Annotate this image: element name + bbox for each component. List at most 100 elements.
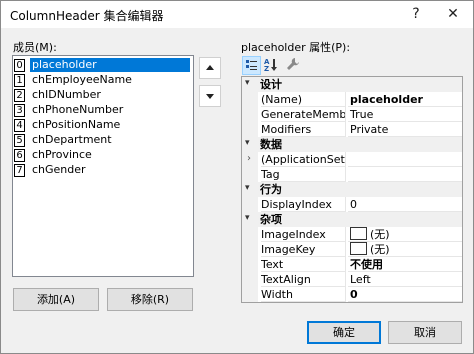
property-grid[interactable]: ▾ 设计(Name)placeholderGenerateMemberTrueMo… — [241, 76, 463, 303]
image-preview-box — [350, 227, 367, 240]
close-button[interactable]: ✕ — [442, 4, 464, 24]
title-bar: ColumnHeader 集合编辑器 ? ✕ — [1, 1, 473, 28]
item-index: 2 — [14, 89, 25, 102]
row-gutter — [242, 197, 258, 212]
property-grid-toolbar: A Z — [241, 56, 463, 75]
list-item[interactable]: 0 placeholder — [13, 58, 193, 72]
arrow-up-icon — [206, 65, 214, 70]
property-name: Text — [261, 257, 346, 272]
property-name: Modifiers — [261, 122, 346, 137]
property-name: GenerateMember — [261, 107, 346, 122]
property-name: TextAlign — [261, 272, 346, 287]
collapse-icon[interactable]: ▾ — [245, 78, 250, 88]
list-item[interactable]: 4 chPositionName — [13, 118, 193, 132]
list-item[interactable]: 2 chIDNumber — [13, 88, 193, 102]
list-item[interactable]: 1 chEmployeeName — [13, 73, 193, 87]
list-item[interactable]: 6 chProvince — [13, 148, 193, 162]
category-row[interactable]: ▾ 杂项 — [242, 212, 462, 227]
property-row[interactable]: ImageKey (无) — [242, 242, 462, 257]
property-value[interactable] — [348, 152, 462, 167]
item-name: chProvince — [32, 148, 92, 161]
alphabetical-icon: A Z — [264, 58, 277, 73]
category-name: 杂项 — [260, 213, 282, 226]
property-row[interactable]: (Name) placeholder — [242, 92, 462, 107]
item-index: 1 — [14, 74, 25, 87]
list-item[interactable]: 5 chDepartment — [13, 133, 193, 147]
cancel-button[interactable]: 取消 — [388, 321, 462, 344]
image-preview-box — [350, 242, 367, 255]
row-gutter — [242, 242, 258, 257]
row-gutter — [242, 287, 258, 302]
property-value[interactable]: (无) — [348, 242, 462, 257]
dialog-title: ColumnHeader 集合编辑器 — [10, 9, 164, 23]
categorized-button[interactable] — [242, 56, 261, 75]
row-gutter — [242, 122, 258, 137]
property-row[interactable]: Width 0 — [242, 287, 462, 302]
property-row[interactable]: Modifiers Private — [242, 122, 462, 137]
ok-button[interactable]: 确定 — [307, 321, 381, 344]
remove-button[interactable]: 移除(R) — [107, 288, 193, 311]
property-row[interactable]: › (ApplicationSettin — [242, 152, 462, 167]
expand-icon[interactable]: › — [247, 153, 251, 164]
item-index: 4 — [14, 119, 25, 132]
property-value-text: (无) — [370, 228, 390, 241]
property-name: ImageKey — [261, 242, 346, 257]
property-value[interactable]: (无) — [348, 227, 462, 242]
collapse-icon[interactable]: ▾ — [245, 213, 250, 223]
item-name: chGender — [32, 163, 86, 176]
help-button[interactable]: ? — [405, 4, 427, 24]
row-gutter — [242, 92, 258, 107]
row-gutter — [242, 272, 258, 287]
item-name: placeholder — [30, 58, 190, 72]
property-value[interactable]: 不使用 — [348, 257, 462, 272]
category-row[interactable]: ▾ 设计 — [242, 77, 462, 92]
properties-label: placeholder 属性(P): — [241, 41, 351, 54]
item-index: 3 — [14, 104, 25, 117]
add-button[interactable]: 添加(A) — [13, 288, 99, 311]
category-row[interactable]: ▾ 行为 — [242, 182, 462, 197]
row-gutter — [242, 257, 258, 272]
property-row[interactable]: ImageIndex (无) — [242, 227, 462, 242]
move-up-button[interactable] — [199, 57, 221, 79]
property-name: ImageIndex — [261, 227, 346, 242]
alphabetical-button[interactable]: A Z — [262, 56, 281, 75]
collection-editor-dialog: ColumnHeader 集合编辑器 ? ✕ 成员(M): 0 placehold… — [0, 0, 474, 354]
list-item[interactable]: 7 chGender — [13, 163, 193, 177]
property-name: DisplayIndex — [261, 197, 346, 212]
category-name: 数据 — [260, 138, 282, 151]
property-name: Width — [261, 287, 346, 302]
property-value-text: (无) — [370, 243, 390, 256]
collapse-icon[interactable]: ▾ — [245, 183, 250, 193]
item-index: 7 — [14, 164, 25, 177]
property-value[interactable]: Left — [348, 272, 462, 287]
list-item[interactable]: 3 chPhoneNumber — [13, 103, 193, 117]
item-name: chIDNumber — [32, 88, 101, 101]
categorized-icon — [246, 60, 257, 70]
property-row[interactable]: TextAlign Left — [242, 272, 462, 287]
row-gutter — [242, 167, 258, 182]
svg-text:Z: Z — [264, 65, 269, 73]
members-listbox[interactable]: 0 placeholder 1 chEmployeeName 2 chIDNumber 3 c… — [12, 55, 194, 277]
category-name: 行为 — [260, 183, 282, 196]
property-row[interactable]: Tag — [242, 167, 462, 182]
property-row[interactable]: GenerateMemberTrue — [242, 107, 462, 122]
property-value[interactable]: placeholder — [348, 92, 462, 107]
property-pages-button[interactable] — [284, 56, 303, 75]
move-down-button[interactable] — [199, 85, 221, 107]
collapse-icon[interactable]: ▾ — [245, 138, 250, 148]
property-name: Tag — [261, 167, 346, 182]
item-index: 0 — [14, 59, 25, 72]
item-index: 6 — [14, 149, 25, 162]
property-value[interactable]: 0 — [348, 287, 462, 302]
item-name: chPositionName — [32, 118, 121, 131]
property-row[interactable]: DisplayIndex 0 — [242, 197, 462, 212]
property-value[interactable]: True — [348, 107, 462, 122]
property-value[interactable]: Private — [348, 122, 462, 137]
property-value[interactable]: 0 — [348, 197, 462, 212]
property-value[interactable] — [348, 167, 462, 182]
members-label: 成员(M): — [13, 41, 57, 54]
property-row[interactable]: Text 不使用 — [242, 257, 462, 272]
item-name: chPhoneNumber — [32, 103, 124, 116]
row-gutter — [242, 107, 258, 122]
category-row[interactable]: ▾ 数据 — [242, 137, 462, 152]
